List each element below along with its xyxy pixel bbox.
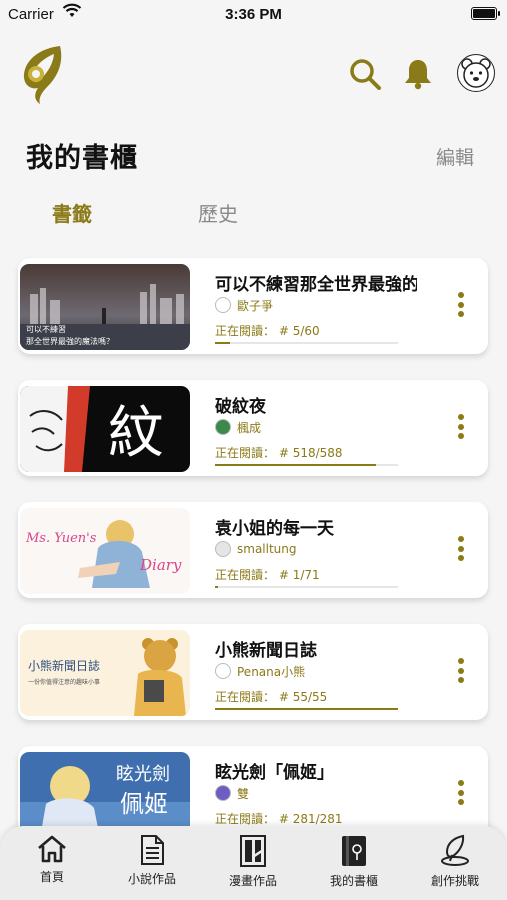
penana-logo-icon[interactable] (20, 44, 66, 106)
quill-icon (441, 834, 469, 866)
bottom-nav: 首頁 小說作品 漫畫作品 我的書櫃 創作挑戰 (0, 826, 507, 900)
book-title[interactable]: 眩光劍「佩姬」 (215, 758, 417, 783)
book-card[interactable]: 小熊新聞日誌 一份你值得注意的趣味小事 小熊新聞日誌 Penana小熊 正在閱讀… (18, 624, 488, 720)
nav-comics[interactable]: 漫畫作品 (208, 834, 298, 889)
home-icon (38, 835, 66, 863)
reading-status: 正在閱讀： # 1/71 (215, 568, 320, 582)
reading-status: 正在閱讀： # 281/281 (215, 812, 343, 826)
author-row[interactable]: 雙 (215, 784, 249, 802)
svg-text:Ms. Yuen's: Ms. Yuen's (25, 531, 97, 546)
author-avatar (215, 663, 231, 679)
svg-text:一份你值得注意的趣味小事: 一份你值得注意的趣味小事 (28, 678, 100, 686)
svg-text:小熊新聞日誌: 小熊新聞日誌 (28, 658, 100, 673)
book-cover[interactable]: 紋 (20, 386, 190, 472)
progress-bar (215, 708, 398, 710)
author-name: 雙 (237, 786, 250, 801)
progress-bar (215, 342, 398, 344)
tab-bar: 書籤 歷史 (0, 198, 507, 230)
svg-text:眩光劍: 眩光劍 (116, 764, 170, 785)
book-card[interactable]: 紋 破紋夜 楓成 正在閱讀： # 518/588 (18, 380, 488, 476)
comic-icon (240, 835, 266, 867)
cover-image-bear: 小熊新聞日誌 一份你值得注意的趣味小事 (20, 630, 190, 716)
bookshelf-icon (342, 836, 366, 866)
book-title[interactable]: 可以不練習那全世界最強的 (215, 270, 417, 295)
reading-status: 正在閱讀： # 518/588 (215, 446, 343, 460)
more-options-button[interactable] (456, 414, 466, 444)
book-cover[interactable]: Ms. Yuen's Diary (20, 508, 190, 594)
more-options-button[interactable] (456, 780, 466, 810)
svg-text:那全世界最強的魔法嗎？: 那全世界最強的魔法嗎？ (26, 336, 114, 346)
author-name: smalltung (237, 542, 297, 556)
search-icon (350, 59, 381, 90)
nav-bookshelf[interactable]: 我的書櫃 (309, 834, 399, 889)
tab-bookmarks[interactable]: 書籤 (52, 198, 92, 227)
author-avatar (215, 419, 231, 435)
more-options-button[interactable] (456, 536, 466, 566)
book-title[interactable]: 破紋夜 (215, 392, 417, 417)
reading-status: 正在閱讀： # 5/60 (215, 324, 320, 338)
book-title[interactable]: 小熊新聞日誌 (215, 636, 417, 661)
nav-home[interactable]: 首頁 (7, 834, 97, 885)
page-title: 我的書櫃 (26, 143, 138, 174)
bell-icon (405, 60, 431, 90)
author-avatar (215, 541, 231, 557)
cover-image-girl: Ms. Yuen's Diary (20, 508, 190, 594)
author-avatar (215, 297, 231, 313)
author-name: 楓成 (237, 420, 262, 435)
author-avatar (215, 785, 231, 801)
notification-button[interactable] (400, 56, 436, 92)
tab-history[interactable]: 歷史 (198, 198, 238, 227)
svg-text:可以不練習: 可以不練習 (26, 324, 66, 334)
novel-icon (141, 835, 164, 865)
battery-icon (471, 7, 500, 20)
book-card[interactable]: 可以不練習 那全世界最強的魔法嗎？ 可以不練習那全世界最強的 歐子爭 正在閱讀：… (18, 258, 488, 354)
reading-status: 正在閱讀： # 55/55 (215, 690, 328, 704)
search-button[interactable] (347, 56, 383, 92)
author-row[interactable]: 歐子爭 (215, 296, 273, 314)
cover-image-city: 可以不練習 那全世界最強的魔法嗎？ (20, 264, 190, 350)
author-name: 歐子爭 (237, 298, 274, 313)
book-cover[interactable]: 小熊新聞日誌 一份你值得注意的趣味小事 (20, 630, 190, 716)
svg-text:Diary: Diary (139, 556, 182, 574)
book-cover[interactable]: 可以不練習 那全世界最強的魔法嗎？ (20, 264, 190, 350)
edit-button[interactable]: 編輯 (436, 143, 474, 170)
nav-challenges[interactable]: 創作挑戰 (410, 834, 500, 889)
more-options-button[interactable] (456, 658, 466, 688)
status-bar: Carrier 3:36 PM (0, 0, 507, 30)
cover-image-pattern: 紋 (20, 386, 190, 472)
progress-bar (215, 464, 398, 466)
progress-bar (215, 586, 398, 588)
more-options-button[interactable] (456, 292, 466, 322)
author-row[interactable]: 楓成 (215, 418, 261, 436)
svg-text:紋: 紋 (108, 401, 164, 466)
book-card[interactable]: Ms. Yuen's Diary 袁小姐的每一天 smalltung 正在閱讀：… (18, 502, 488, 598)
author-row[interactable]: Penana小熊 (215, 662, 305, 680)
nav-novels[interactable]: 小說作品 (107, 834, 197, 887)
book-title[interactable]: 袁小姐的每一天 (215, 514, 417, 539)
top-bar (0, 40, 507, 106)
svg-text:佩姬: 佩姬 (120, 790, 168, 818)
author-row[interactable]: smalltung (215, 540, 297, 558)
user-avatar[interactable] (457, 54, 495, 92)
bear-avatar-icon (461, 58, 491, 88)
author-name: Penana小熊 (237, 664, 306, 679)
clock: 3:36 PM (225, 6, 282, 23)
